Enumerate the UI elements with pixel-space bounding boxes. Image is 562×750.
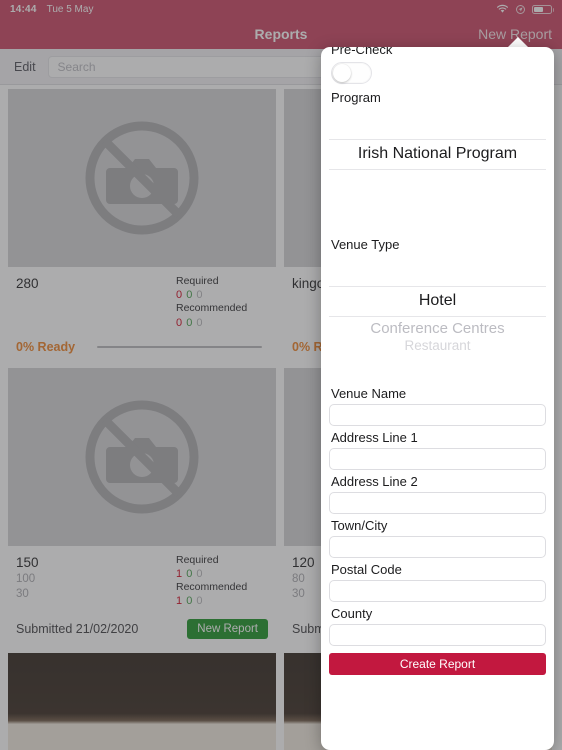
report-sub2: 30: [16, 588, 29, 600]
address-line-2-input[interactable]: [329, 492, 546, 514]
town-city-input[interactable]: [329, 536, 546, 558]
report-thumbnail[interactable]: [8, 367, 276, 546]
report-card[interactable]: [8, 652, 276, 750]
report-card-body: 280 Required 0 0 0 Recommended 0 0 0: [8, 267, 276, 336]
address-line-2-label: Address Line 2: [331, 474, 418, 489]
status-time: 14:44: [10, 3, 37, 15]
recommended-red: 0: [176, 316, 183, 329]
edit-button[interactable]: Edit: [8, 57, 42, 77]
address-line-1-label: Address Line 1: [331, 430, 418, 445]
progress-bar: [97, 345, 262, 348]
required-red: 0: [176, 289, 183, 302]
required-gray: 0: [196, 289, 203, 302]
wifi-icon: [496, 4, 509, 14]
venue-name-input[interactable]: [329, 404, 546, 426]
submitted-status: Submitted 21/02/2020: [16, 621, 139, 636]
postal-code-input[interactable]: [329, 580, 546, 602]
report-counts: Required 1 0 0 Recommended 1 0 0: [176, 554, 268, 609]
required-label: Required: [176, 275, 219, 287]
precheck-toggle[interactable]: [331, 62, 372, 84]
navigation-bar: Reports New Report: [0, 18, 562, 49]
status-indicators: [496, 4, 554, 14]
recommended-gray: 0: [196, 595, 203, 608]
venue-type-picker[interactable]: Hotel Conference Centres Restaurant: [329, 254, 546, 382]
precheck-label: Pre-Check: [331, 47, 393, 57]
venue-type-label: Venue Type: [331, 237, 400, 252]
report-title: 280: [16, 276, 39, 291]
recommended-gray: 0: [196, 316, 203, 329]
program-picker-next-2[interactable]: [329, 176, 546, 178]
recommended-red: 1: [176, 595, 183, 608]
report-sub1: 100: [16, 573, 36, 586]
report-card[interactable]: 280 Required 0 0 0 Recommended 0 0 0 0% …: [8, 89, 276, 364]
no-camera-icon: [85, 400, 199, 514]
new-report-popover: Pre-Check Program Irish National Program…: [321, 47, 554, 750]
recommended-label: Recommended: [176, 302, 248, 315]
town-city-label: Town/City: [331, 518, 388, 533]
county-input[interactable]: [329, 624, 546, 646]
create-report-button[interactable]: Create Report: [329, 653, 546, 675]
battery-level: [534, 6, 543, 12]
county-label: County: [331, 606, 373, 621]
address-line-1-input[interactable]: [329, 448, 546, 470]
venue-type-picker-selected[interactable]: Hotel: [329, 286, 546, 317]
recommended-label: Recommended: [176, 581, 248, 594]
program-picker-selected[interactable]: Irish National Program: [329, 139, 546, 170]
program-picker-rows: Irish National Program: [329, 107, 546, 178]
recommended-green: 0: [186, 316, 193, 329]
required-red: 1: [176, 567, 183, 580]
report-card-footer: Submitted 21/02/2020 New Report: [8, 615, 276, 649]
app-root: 14:44 Tue 5 May Reports New Report Edit …: [0, 0, 562, 750]
status-bar: 14:44 Tue 5 May: [0, 0, 562, 18]
report-card-titles: 150 100 30: [16, 554, 176, 609]
report-card-titles: 280: [16, 275, 176, 330]
venue-type-picker-next-2[interactable]: Restaurant: [329, 338, 546, 354]
program-label: Program: [331, 90, 381, 105]
required-label: Required: [176, 553, 219, 566]
report-title: 150: [16, 554, 39, 570]
ready-status: 0% Ready: [16, 339, 76, 354]
venue-type-picker-next-1[interactable]: Conference Centres: [329, 317, 546, 338]
status-date: Tue 5 May: [46, 3, 94, 15]
location-icon: [516, 4, 525, 14]
required-green: 0: [186, 567, 193, 580]
report-thumbnail[interactable]: [8, 652, 276, 750]
report-card[interactable]: 150 100 30 Required 1 0 0 Recommended 1 …: [8, 367, 276, 649]
venue-name-label: Venue Name: [331, 386, 407, 401]
recommended-counts: 0 0 0: [176, 316, 268, 330]
battery-icon: [532, 4, 554, 14]
venue-type-picker-rows: Hotel Conference Centres Restaurant: [329, 254, 546, 354]
report-thumbnail[interactable]: [8, 89, 276, 267]
required-green: 0: [186, 289, 193, 302]
report-card-footer: 0% Ready: [8, 336, 276, 364]
recommended-green: 0: [186, 595, 193, 608]
postal-code-label: Postal Code: [331, 562, 402, 577]
report-counts: Required 0 0 0 Recommended 0 0 0: [176, 275, 268, 330]
toggle-knob: [333, 64, 351, 82]
venue-photo: [8, 652, 276, 750]
required-gray: 0: [196, 567, 203, 580]
recommended-counts: 1 0 0: [176, 594, 268, 608]
new-report-form: Pre-Check Program Irish National Program…: [321, 47, 554, 750]
report-card-body: 150 100 30 Required 1 0 0 Recommended 1 …: [8, 546, 276, 615]
new-report-button[interactable]: New Report: [187, 618, 268, 639]
required-counts: 0 0 0: [176, 288, 268, 302]
program-picker[interactable]: Irish National Program: [329, 107, 546, 235]
required-counts: 1 0 0: [176, 567, 268, 581]
no-camera-icon: [85, 121, 199, 235]
